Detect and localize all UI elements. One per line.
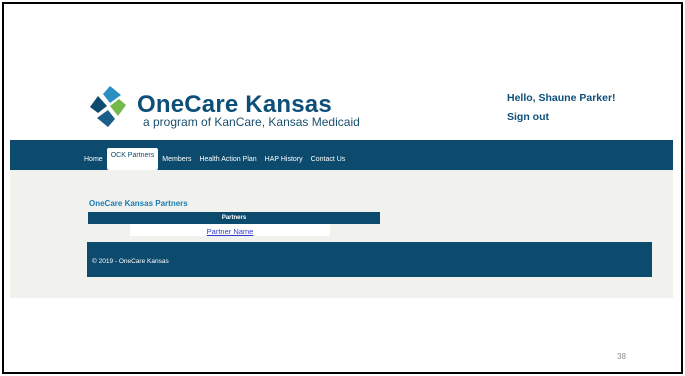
nav-item-health-action-plan[interactable]: Health Action Plan (195, 152, 260, 170)
brand-logo[interactable]: OneCare Kansas a program of KanCare, Kan… (86, 83, 360, 133)
nav-item-home[interactable]: Home (80, 152, 107, 170)
partner-name-link[interactable]: Partner Name (207, 227, 254, 236)
nav-item-hap-history[interactable]: HAP History (261, 152, 307, 170)
user-area: Hello, Shaune Parker! Sign out (507, 92, 616, 123)
nav-item-contact-us[interactable]: Contact Us (307, 152, 350, 170)
slide-number: 38 (617, 352, 626, 361)
sign-out-link[interactable]: Sign out (507, 111, 616, 123)
partners-table: Partners Partner Name (88, 212, 380, 236)
pinwheel-logo-icon (90, 86, 126, 127)
nav-item-ock-partners[interactable]: OCK Partners (106, 148, 159, 170)
table-header-partners: Partners (88, 212, 380, 224)
nav-item-members[interactable]: Members (158, 152, 195, 170)
footer: © 2019 - OneCare Kansas (87, 242, 652, 277)
page-title: OneCare Kansas Partners (89, 199, 188, 208)
main-nav: Home OCK Partners Members Health Action … (80, 148, 350, 170)
brand-subtitle: a program of KanCare, Kansas Medicaid (143, 115, 360, 129)
user-greeting: Hello, Shaune Parker! (507, 92, 616, 104)
table-row: Partner Name (130, 224, 330, 236)
footer-copyright: © 2019 - OneCare Kansas (92, 258, 169, 265)
